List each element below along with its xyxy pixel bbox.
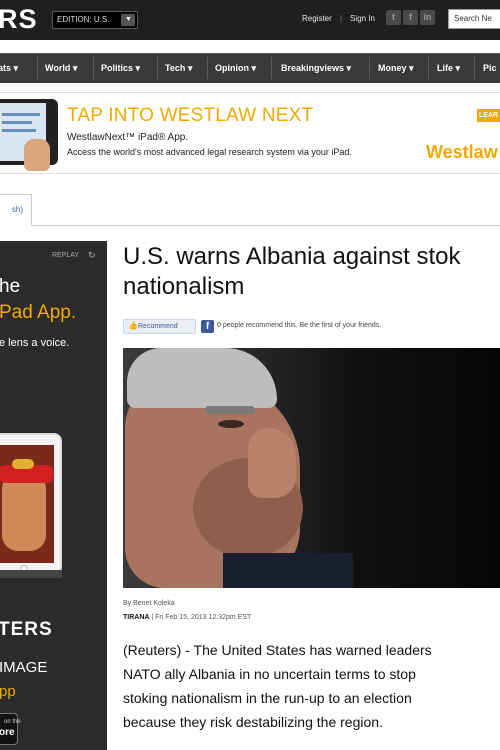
photo-eye — [218, 420, 244, 428]
dateline-city: TIRANA — [123, 614, 150, 621]
chevron-down-icon: ▼ — [121, 14, 136, 26]
screen-bar — [2, 121, 32, 124]
header-divider: | — [340, 14, 343, 23]
ad-image-label: IMAGE — [0, 659, 48, 676]
nav-divider — [157, 57, 158, 79]
ad-headline: he — [0, 276, 21, 297]
nav-item-life[interactable]: Life ▾ — [437, 53, 460, 83]
twitter-icon[interactable]: t — [386, 10, 401, 25]
banner-description: Access the world's most advanced legal r… — [67, 147, 352, 157]
photo-hair — [127, 348, 277, 408]
nav-item-opinion[interactable]: Opinion ▾ — [215, 53, 256, 83]
nav-divider — [37, 57, 38, 79]
app-store-small-text: on the — [4, 719, 21, 725]
ad-photo-ornament — [12, 459, 34, 469]
ipad-image — [0, 99, 58, 171]
screen-bar — [2, 113, 40, 116]
tab-divider — [32, 225, 500, 226]
banner-headline[interactable]: TAP INTO WESTLAW NEXT — [67, 105, 313, 127]
headline-line-1: U.S. warns Albania against stok — [123, 243, 461, 270]
nav-divider — [93, 57, 94, 79]
nav-item-world[interactable]: World ▾ — [45, 53, 77, 83]
headline-line-2: nationalism — [123, 273, 245, 300]
search-input[interactable]: Search Ne — [448, 9, 500, 29]
replay-label[interactable]: REPLAY — [52, 252, 79, 259]
photo-suit — [223, 553, 353, 588]
replay-icon[interactable]: ↻ — [88, 250, 96, 261]
nav-item-tech[interactable]: Tech ▾ — [165, 53, 192, 83]
photo-nose — [248, 428, 296, 498]
body-line: stoking nationalism in the run-up to an … — [123, 690, 412, 706]
learn-more-button[interactable]: LEAR — [477, 109, 500, 122]
article-body: (Reuters) - The United States has warned… — [123, 638, 500, 734]
ad-ipad-image — [0, 433, 62, 575]
nav-divider — [271, 57, 272, 79]
ad-photo — [0, 445, 54, 563]
article-byline[interactable]: By Benet Koleka — [123, 600, 175, 607]
nav-item-politics[interactable]: Politics ▾ — [101, 53, 140, 83]
photo-eyebrow — [205, 406, 255, 414]
ad-reuters-logo: TERS — [0, 619, 53, 640]
app-store-big-text: ore — [0, 727, 15, 738]
body-line: NATO ally Albania in no uncertain terms … — [123, 666, 416, 682]
ad-shelf — [0, 570, 62, 578]
banner-subline: WestlawNext™ iPad® App. — [67, 132, 189, 143]
register-link[interactable]: Register — [302, 14, 332, 23]
body-line: because they risk destabilizing the regi… — [123, 714, 383, 730]
nav-item-markets[interactable]: ats ▾ — [0, 53, 18, 83]
nav-divider — [207, 57, 208, 79]
ad-photo-face — [2, 471, 46, 551]
nav-divider — [474, 57, 475, 79]
thumbs-up-icon: 👍 — [128, 321, 138, 330]
dateline-time: | Fri Feb 15, 2013 12:32pm EST — [149, 614, 252, 621]
recommend-count-text: 0 people recommend this. Be the first of… — [217, 322, 382, 329]
ad-app-label: pp — [0, 683, 16, 700]
nav-divider — [428, 57, 429, 79]
article-headline: U.S. warns Albania against stok national… — [123, 242, 500, 302]
westlaw-logo[interactable]: Westlaw — [426, 142, 498, 163]
edition-selector[interactable]: EDITION: U.S. ▼ — [52, 11, 139, 29]
article-photo[interactable] — [123, 348, 500, 588]
linkedin-icon[interactable]: in — [420, 10, 435, 25]
reuters-logo[interactable]: RS — [0, 4, 38, 35]
ad-tagline: e lens a voice. — [0, 337, 70, 349]
tab-english[interactable]: sh) — [0, 194, 32, 226]
screen-bar — [2, 129, 36, 132]
edition-label: EDITION: U.S. — [57, 15, 110, 24]
reuters-article-page: RS EDITION: U.S. ▼ Register | Sign In t … — [0, 0, 500, 750]
nav-item-breakingviews[interactable]: Breakingviews ▾ — [281, 53, 351, 83]
facebook-icon[interactable]: f — [403, 10, 418, 25]
nav-item-money[interactable]: Money ▾ — [378, 53, 414, 83]
ad-headline-accent: Pad App. — [0, 302, 77, 323]
nav-divider — [369, 57, 370, 79]
body-line: (Reuters) - The United States has warned… — [123, 642, 432, 658]
nav-item-pictures[interactable]: Pic — [483, 53, 497, 83]
sign-in-link[interactable]: Sign In — [350, 14, 375, 23]
facebook-logo-icon: f — [201, 320, 214, 333]
hand-image — [24, 139, 50, 171]
article-dateline: TIRANA | Fri Feb 15, 2013 12:32pm EST — [123, 614, 251, 621]
